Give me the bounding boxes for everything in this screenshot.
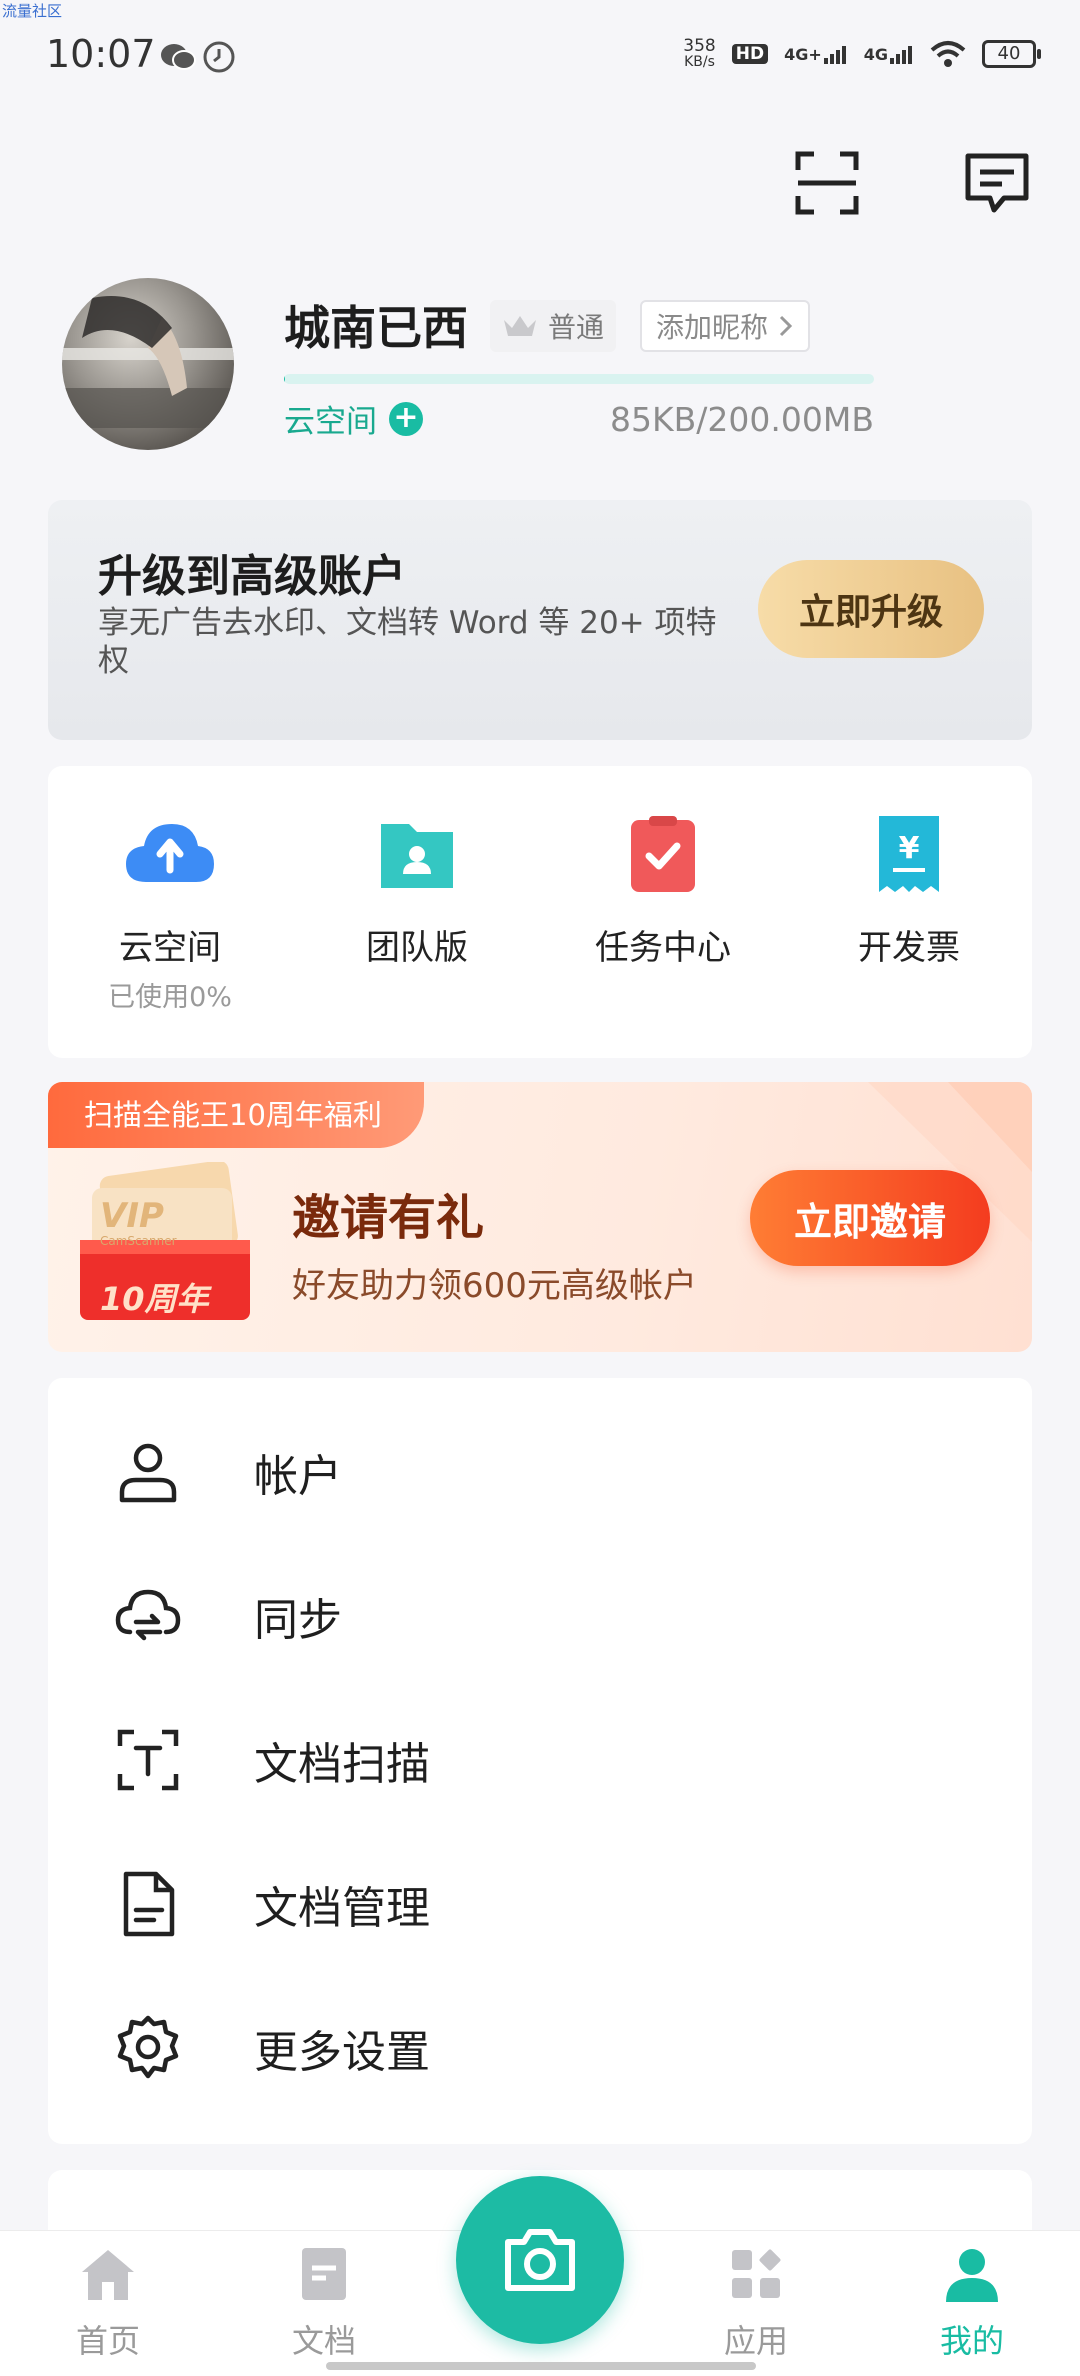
quick-team-edition[interactable]: 团队版: [317, 812, 517, 969]
status-right: 358 KB/s HD 4G+ 4G 40: [683, 36, 1041, 71]
menu-item-label: 帐户: [254, 1451, 342, 1502]
gear-icon: [117, 2015, 179, 2079]
invoice-icon: ¥: [879, 816, 939, 892]
tab-label: 文档: [291, 2322, 356, 2360]
doc-tab-icon: [302, 2248, 346, 2300]
net-speed-value: 358: [683, 36, 716, 56]
quick-task-center[interactable]: 任务中心: [563, 812, 763, 969]
vip-art-brand: CamScanner: [100, 1234, 177, 1248]
level-badge: 普通: [490, 300, 617, 352]
quick-invoice[interactable]: ¥ 开发票: [809, 812, 1009, 969]
upgrade-title: 升级到高级账户: [98, 551, 406, 602]
add-nickname-button[interactable]: 添加昵称: [640, 300, 811, 352]
level-label: 普通: [548, 311, 605, 344]
cloud-space-link[interactable]: 云空间 +: [284, 396, 423, 441]
quick-label: 开发票: [858, 928, 960, 968]
camera-button[interactable]: [456, 2176, 624, 2344]
menu-item-label: 同步: [254, 1595, 342, 1646]
upgrade-now-button[interactable]: 立即升级: [758, 560, 984, 658]
signal-1-label: 4G+: [784, 45, 822, 64]
username: 城南已西: [284, 301, 468, 355]
avatar[interactable]: [62, 278, 234, 450]
invite-subtitle: 好友助力领600元高级帐户: [292, 1266, 697, 1306]
battery-indicator: 40: [982, 40, 1041, 68]
avatar-image: [62, 296, 234, 428]
signal-2: 4G: [864, 44, 914, 64]
invite-title: 邀请有礼: [292, 1190, 485, 1246]
vip-art-text: VIP: [100, 1196, 164, 1236]
task-check-icon: [631, 816, 695, 892]
quick-label: 任务中心: [595, 928, 731, 968]
tab-label: 应用: [723, 2322, 788, 2360]
signal-2-label: 4G: [863, 45, 888, 64]
storage-usage: 85KB/200.00MB: [610, 400, 874, 439]
hd-badge: HD: [731, 44, 769, 64]
cloud-sync-icon: [115, 1589, 181, 1641]
quick-sub: 已使用0%: [108, 982, 232, 1013]
signal-bars-icon: [823, 46, 846, 64]
profile-icon: [946, 2249, 998, 2302]
menu-item-label: 文档管理: [254, 1883, 430, 1934]
add-nickname-label: 添加昵称: [656, 311, 769, 344]
svg-text:¥: ¥: [899, 831, 920, 866]
quick-label: 团队版: [366, 928, 468, 968]
signal-1: 4G+: [784, 44, 848, 64]
camera-icon: [505, 2229, 575, 2291]
menu-item-more-settings[interactable]: 更多设置: [48, 1978, 1032, 2118]
invite-now-button[interactable]: 立即邀请: [750, 1170, 990, 1266]
plus-icon[interactable]: +: [389, 401, 423, 436]
storage-progress: [284, 374, 874, 384]
signal-bars-icon: [890, 46, 912, 64]
menu-item-label: 更多设置: [254, 2027, 430, 2078]
menu-item-doc-scan[interactable]: 文档扫描: [48, 1690, 1032, 1830]
tab-documents[interactable]: 文档: [244, 2244, 404, 2362]
quick-cloud-space[interactable]: 云空间 已使用0%: [70, 812, 270, 1014]
vip-art-badge: 10周年: [100, 1280, 209, 1318]
invite-tag: 扫描全能王10周年福利: [48, 1082, 424, 1148]
apps-icon: [732, 2249, 781, 2298]
menu-item-account[interactable]: 帐户: [48, 1402, 1032, 1542]
menu-item-sync[interactable]: 同步: [48, 1546, 1032, 1686]
timer-icon: [203, 41, 235, 73]
watermark-text: 流量社区: [2, 2, 63, 20]
message-icon[interactable]: [962, 148, 1032, 218]
tab-label: 首页: [75, 2322, 140, 2360]
chevron-right-icon: [779, 315, 793, 337]
document-icon: [123, 1871, 175, 1937]
tab-home[interactable]: 首页: [28, 2244, 188, 2362]
tab-me[interactable]: 我的: [892, 2244, 1052, 2362]
upgrade-subtitle: 享无广告去水印、文档转 Word 等 20+ 项特权: [98, 605, 717, 679]
status-time: 10:07: [46, 32, 156, 76]
user-icon: [119, 1443, 177, 1503]
home-indicator: [326, 2362, 756, 2370]
wifi-icon: [930, 41, 966, 67]
crown-icon: [504, 316, 536, 336]
cloud-space-label: 云空间: [284, 404, 377, 440]
net-speed-unit: KB/s: [684, 54, 715, 70]
text-scan-icon: [117, 1729, 179, 1791]
tab-apps[interactable]: 应用: [676, 2244, 836, 2362]
vip-card-art: VIP CamScanner 10周年: [78, 1162, 254, 1322]
wechat-icon: [161, 44, 196, 70]
home-icon: [82, 2250, 134, 2300]
menu-item-label: 文档扫描: [254, 1739, 430, 1790]
net-speed: 358 KB/s: [683, 36, 716, 71]
menu-item-doc-manage[interactable]: 文档管理: [48, 1834, 1032, 1974]
cloud-upload-icon: [126, 824, 214, 882]
team-folder-icon: [381, 824, 453, 888]
quick-label: 云空间: [119, 928, 221, 968]
tab-label: 我的: [939, 2322, 1004, 2360]
scan-frame-icon[interactable]: [792, 148, 862, 218]
